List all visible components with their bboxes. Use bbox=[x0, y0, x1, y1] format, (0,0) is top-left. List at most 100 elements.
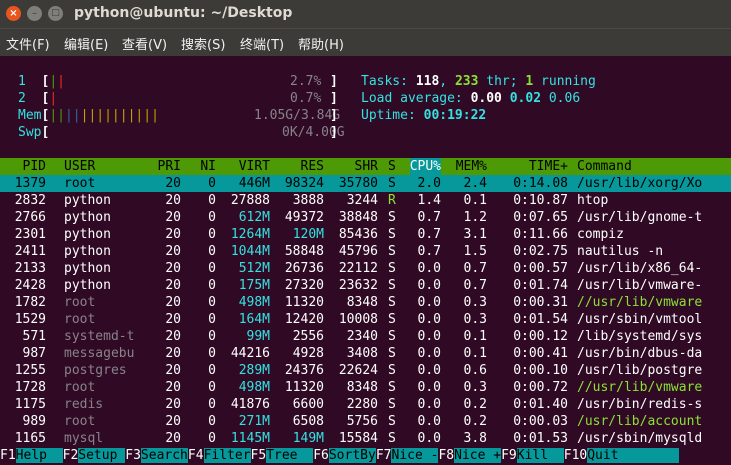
column-header-pid[interactable]: PID bbox=[23, 158, 46, 175]
process-row[interactable]: 571 systemd-t 20 0 99M 2556 2340 S 0.0 0.1 0:00.12… bbox=[0, 328, 731, 345]
process-row[interactable]: 1379 root 20 0 446M 98324 35780 S 2.0 2.4 0:14.08 /… bbox=[0, 175, 731, 192]
cell-pid: 1165 bbox=[14, 431, 46, 446]
cell-ni: 0 bbox=[208, 329, 216, 344]
menu-help[interactable]: 帮助(H) bbox=[298, 34, 344, 53]
cell-cpu: 1.4 bbox=[417, 193, 441, 208]
fkey-label: Help bbox=[15, 448, 63, 463]
cell-pri: 20 bbox=[165, 210, 181, 225]
column-header-time[interactable]: TIME+ bbox=[529, 158, 568, 175]
cell-time: 0:10.87 bbox=[513, 193, 568, 208]
cell-cpu: 0.0 bbox=[417, 363, 441, 378]
column-header-s[interactable]: S bbox=[388, 158, 396, 175]
process-row[interactable]: 2301 python 20 0 1264M 120M 85436 S 0.7 3.1 0:11.6… bbox=[0, 226, 731, 243]
process-row[interactable]: 1529 root 20 0 164M 12420 10008 S 0.0 0.3 0:01.54 /… bbox=[0, 311, 731, 328]
cell-time: 0:01.54 bbox=[513, 312, 568, 327]
process-row[interactable]: 989 root 20 0 271M 6508 5756 S 0.0 0.2 0:00.03/usr… bbox=[0, 413, 731, 430]
cell-shr: 2340 bbox=[346, 329, 378, 344]
cell-res: 11320 bbox=[284, 380, 324, 395]
cell-cpu: 0.0 bbox=[417, 295, 441, 310]
process-row[interactable]: 1728 root 20 0 498M 11320 8348 S 0.0 0.3 0:00.72 //… bbox=[0, 379, 731, 396]
cell-cpu: 0.7 bbox=[417, 244, 441, 259]
column-header-ni[interactable]: NI bbox=[200, 158, 216, 175]
fkey-label: SortBy bbox=[328, 448, 376, 463]
process-row[interactable]: 1175 redis 20 0 41876 6600 2280 S 0.0 0.2 0:01.40 /… bbox=[0, 396, 731, 413]
fkey-f3[interactable]: F3Search bbox=[125, 447, 188, 465]
cell-time: 0:01.40 bbox=[513, 397, 568, 412]
column-header-user[interactable]: USER bbox=[64, 158, 95, 175]
process-header-row: PID USER PRI NI VIRT RES SHR S CPU% MEM% TIME+ Comm… bbox=[0, 158, 731, 175]
terminal-area[interactable]: 1 [|| 2.7% ] 2 [| 0.7% ] Mem[|||||||||||… bbox=[0, 56, 731, 465]
process-row[interactable]: 2832 python 20 0 27888 3888 3244 R 1.4 0.1 0:10.87… bbox=[0, 192, 731, 209]
process-row[interactable]: 2766 python 20 0 612M 49372 38848 S 0.7 1.2 0:07.6… bbox=[0, 209, 731, 226]
fkey-f4[interactable]: F4Filter bbox=[188, 447, 251, 465]
cell-shr: 22112 bbox=[338, 261, 378, 276]
cell-mem: 1.5 bbox=[463, 244, 487, 259]
fkey-label: Tree bbox=[266, 448, 314, 463]
column-header-mem[interactable]: MEM% bbox=[456, 158, 487, 175]
cell-shr: 5756 bbox=[346, 414, 378, 429]
window-maximize-button[interactable]: □ bbox=[48, 6, 63, 21]
cell-pid: 1782 bbox=[14, 295, 46, 310]
cell-shr: 8348 bbox=[346, 380, 378, 395]
cell-ni: 0 bbox=[208, 261, 216, 276]
menu-view[interactable]: 查看(V) bbox=[122, 34, 167, 53]
cell-ni: 0 bbox=[208, 346, 216, 361]
fkey-f8[interactable]: F8Nice + bbox=[438, 447, 502, 465]
menu-search[interactable]: 搜索(S) bbox=[181, 34, 225, 53]
menu-edit[interactable]: 编辑(E) bbox=[64, 34, 108, 53]
cell-ni: 0 bbox=[208, 312, 216, 327]
cell-mem: 0.3 bbox=[463, 380, 487, 395]
cell-virt: 512M bbox=[238, 261, 270, 276]
column-header-virt[interactable]: VIRT bbox=[239, 158, 270, 175]
window-title: python@ubuntu: ~/Desktop bbox=[74, 5, 293, 21]
cell-mem: 0.7 bbox=[463, 278, 487, 293]
column-header-pri[interactable]: PRI bbox=[158, 158, 181, 175]
cell-cmd: /usr/lib/gnome-t bbox=[577, 210, 703, 225]
cell-mem: 0.3 bbox=[463, 295, 487, 310]
window-close-button[interactable]: × bbox=[6, 6, 21, 21]
cell-pri: 20 bbox=[165, 261, 181, 276]
cell-ni: 0 bbox=[208, 295, 216, 310]
cell-mem: 0.1 bbox=[463, 329, 487, 344]
cell-cmd: //usr/lib/vmware bbox=[577, 380, 703, 395]
cell-user: python bbox=[64, 244, 111, 259]
fkey-f6[interactable]: F6SortBy bbox=[313, 447, 376, 465]
cell-s: S bbox=[388, 431, 396, 446]
fkey-f2[interactable]: F2Setup bbox=[63, 447, 126, 465]
cell-pid: 989 bbox=[22, 414, 46, 429]
column-header-cpu[interactable]: CPU% bbox=[409, 158, 441, 175]
fkey-f10[interactable]: F10Quit bbox=[564, 447, 731, 465]
process-row[interactable]: 2133 python 20 0 512M 26736 22112 S 0.0 0.7 0:00.5… bbox=[0, 260, 731, 277]
cell-s: S bbox=[388, 380, 396, 395]
column-header-res[interactable]: RES bbox=[301, 158, 324, 175]
menu-terminal[interactable]: 终端(T) bbox=[240, 34, 284, 53]
cell-cpu: 0.0 bbox=[417, 414, 441, 429]
menu-file[interactable]: 文件(F) bbox=[6, 34, 50, 53]
cell-pid: 2301 bbox=[14, 227, 46, 242]
process-row[interactable]: 1255 postgres 20 0 289M 24376 22624 S 0.0 0.6 0:00… bbox=[0, 362, 731, 379]
column-header-shr[interactable]: SHR bbox=[355, 158, 378, 175]
process-row[interactable]: 1165 mysql 20 0 1145M 149M 15584 S 0.0 3.8 0:01.53… bbox=[0, 430, 731, 447]
cell-virt: 1145M bbox=[230, 431, 270, 446]
cell-res: 58848 bbox=[284, 244, 324, 259]
fkey-f7[interactable]: F7Nice - bbox=[376, 447, 439, 465]
cell-virt: 446M bbox=[238, 176, 270, 191]
process-row[interactable]: 1782 root 20 0 498M 11320 8348 S 0.0 0.3 0:00.31 //… bbox=[0, 294, 731, 311]
cell-pid: 1379 bbox=[14, 176, 46, 191]
cell-cmd: /usr/sbin/vmtool bbox=[577, 312, 703, 327]
cell-pid: 2133 bbox=[14, 261, 46, 276]
fkey-key: F6 bbox=[313, 448, 329, 463]
cell-mem: 2.4 bbox=[463, 176, 487, 191]
fkey-label: Filter bbox=[203, 448, 251, 463]
process-row[interactable]: 2411 python 20 0 1044M 58848 45796 S 0.7 1.5 0:02.… bbox=[0, 243, 731, 260]
cell-cpu: 0.7 bbox=[417, 227, 441, 242]
process-row[interactable]: 987 messagebu 20 0 44216 4928 3408 S 0.0 0.1 0:00.… bbox=[0, 345, 731, 362]
cell-mem: 1.2 bbox=[463, 210, 487, 225]
window-minimize-button[interactable]: – bbox=[27, 6, 42, 21]
fkey-f1[interactable]: F1Help bbox=[0, 447, 63, 465]
fkey-f9[interactable]: F9Kill bbox=[501, 447, 564, 465]
fkey-f5[interactable]: F5Tree bbox=[251, 447, 314, 465]
column-header-cmd[interactable]: Command bbox=[577, 158, 632, 175]
function-key-bar: F1Help F2Setup F3Search F4Filter F5Tree F6… bbox=[0, 447, 731, 465]
process-row[interactable]: 2428 python 20 0 175M 27320 23632 S 0.0 0.7 0:01.7… bbox=[0, 277, 731, 294]
